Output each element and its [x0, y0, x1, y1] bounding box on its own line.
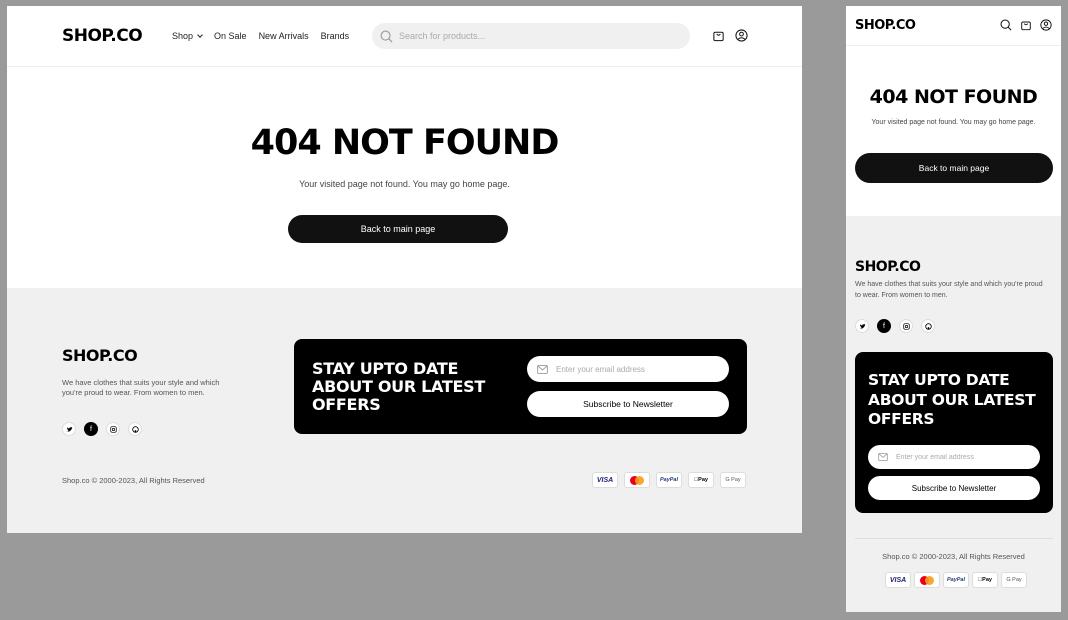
mobile-social-links: f: [855, 319, 935, 333]
twitter-icon[interactable]: [855, 319, 869, 333]
mobile-logo[interactable]: SHOP.CO: [855, 18, 916, 33]
mobile-footer-description: We have clothes that suits your style an…: [855, 281, 1043, 299]
cart-icon[interactable]: [712, 29, 725, 42]
mobile-error-message: Your visited page not found. You may go …: [871, 119, 1036, 126]
user-account-icon[interactable]: [1040, 19, 1052, 31]
mobile-page-title: 404 NOT FOUND: [869, 86, 1038, 108]
footer-description: We have clothes that suits your style an…: [62, 378, 220, 397]
mobile-footer: SHOP.CO We have clothes that suits your …: [846, 216, 1061, 612]
apple-pay-icon: Pay: [972, 572, 998, 588]
chevron-down-icon: [197, 32, 203, 38]
facebook-icon[interactable]: f: [84, 422, 98, 436]
newsletter-heading: STAY UPTO DATE ABOUT OUR LATEST OFFERS: [312, 359, 485, 414]
header: SHOP.CO Shop On Sale New Arrivals Brands: [7, 6, 802, 67]
footer-divider: [855, 538, 1053, 539]
main-nav: Shop On Sale New Arrivals Brands: [172, 31, 349, 41]
nav-item-label: Shop: [172, 31, 194, 41]
google-pay-icon: G Pay: [720, 472, 746, 488]
mobile-newsletter-panel: STAY UPTO DATE ABOUT OUR LATEST OFFERS S…: [855, 352, 1053, 513]
mobile-footer-logo[interactable]: SHOP.CO: [855, 259, 921, 275]
nav-item-new-arrivals[interactable]: New Arrivals: [259, 31, 309, 41]
mobile-header: SHOP.CO: [846, 6, 1061, 46]
header-actions: [712, 29, 748, 42]
facebook-icon[interactable]: f: [877, 319, 891, 333]
visa-icon: VISA: [592, 472, 618, 488]
mastercard-icon: [624, 472, 650, 488]
mobile-email-field-wrapper[interactable]: [868, 445, 1040, 469]
mobile-newsletter-heading: STAY UPTO DATE ABOUT OUR LATEST OFFERS: [868, 371, 1036, 428]
copyright-text: Shop.co © 2000-2023, All Rights Reserved: [62, 476, 205, 485]
paypal-icon: PayPal: [943, 572, 969, 588]
mail-icon: [537, 364, 548, 374]
nav-item-brands[interactable]: Brands: [321, 31, 350, 41]
back-to-main-button[interactable]: Back to main page: [288, 215, 508, 243]
logo[interactable]: SHOP.CO: [62, 26, 143, 46]
github-icon[interactable]: [128, 422, 142, 436]
search-input[interactable]: [399, 31, 669, 41]
apple-pay-icon: Pay: [688, 472, 714, 488]
not-found-section: 404 NOT FOUND Your visited page not foun…: [7, 123, 802, 189]
nav-item-shop[interactable]: Shop: [172, 31, 203, 41]
instagram-icon[interactable]: [106, 422, 120, 436]
footer: SHOP.CO We have clothes that suits your …: [7, 288, 802, 533]
user-account-icon[interactable]: [735, 29, 748, 42]
nav-item-on-sale[interactable]: On Sale: [214, 31, 247, 41]
mobile-subscribe-button[interactable]: Subscribe to Newsletter: [868, 476, 1040, 500]
twitter-icon[interactable]: [62, 422, 76, 436]
cart-icon[interactable]: [1020, 19, 1032, 31]
instagram-icon[interactable]: [899, 319, 913, 333]
mobile-back-to-main-button[interactable]: Back to main page: [855, 153, 1053, 183]
footer-logo[interactable]: SHOP.CO: [62, 346, 138, 365]
paypal-icon: PayPal: [656, 472, 682, 488]
mobile-page: SHOP.CO 404 NOT FOUND Your visited page …: [846, 6, 1061, 612]
mobile-header-actions: [1000, 19, 1052, 31]
page-title: 404 NOT FOUND: [250, 123, 560, 163]
search-icon[interactable]: [1000, 19, 1012, 31]
mail-icon: [878, 453, 888, 461]
mobile-copyright-text: Shop.co © 2000-2023, All Rights Reserved: [882, 552, 1025, 561]
newsletter-panel: STAY UPTO DATE ABOUT OUR LATEST OFFERS S…: [294, 339, 747, 434]
payment-methods: VISA PayPal Pay G Pay: [592, 472, 746, 488]
email-field-wrapper[interactable]: [527, 356, 729, 382]
desktop-page: SHOP.CO Shop On Sale New Arrivals Brands…: [7, 6, 802, 533]
search-bar[interactable]: [372, 23, 690, 49]
mobile-not-found-section: 404 NOT FOUND Your visited page not foun…: [846, 86, 1061, 126]
github-icon[interactable]: [921, 319, 935, 333]
visa-icon: VISA: [885, 572, 911, 588]
google-pay-icon: G Pay: [1001, 572, 1027, 588]
error-message: Your visited page not found. You may go …: [299, 179, 510, 189]
mobile-email-field[interactable]: [896, 453, 1026, 461]
social-links: f: [62, 422, 142, 436]
subscribe-button[interactable]: Subscribe to Newsletter: [527, 391, 729, 417]
mastercard-icon: [914, 572, 940, 588]
email-field[interactable]: [556, 364, 706, 374]
mobile-payment-methods: VISA PayPal Pay G Pay: [885, 572, 1027, 588]
search-icon: [380, 30, 393, 43]
